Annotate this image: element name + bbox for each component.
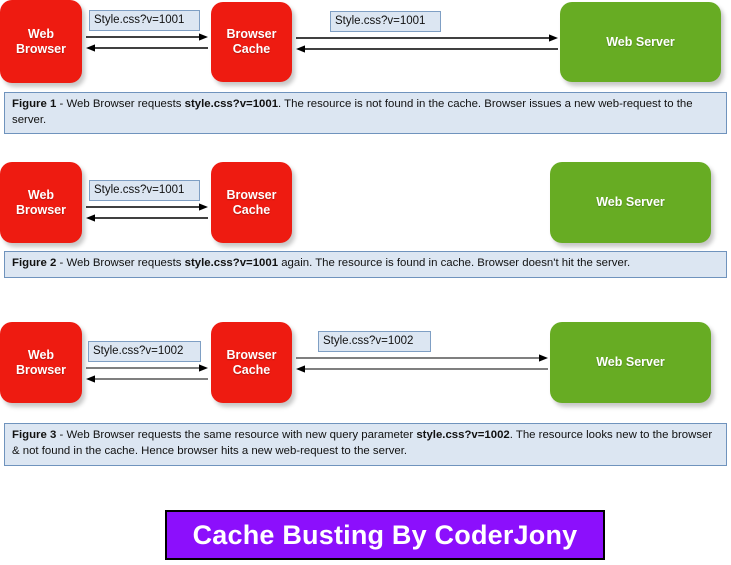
chip-cache-to-server-row1: Style.css?v=1001: [330, 11, 441, 32]
node-browser-cache-row2: Browser Cache: [211, 162, 292, 243]
node-web-browser-row3: Web Browser: [0, 322, 82, 403]
arrow-cache-to-browser-row2: [86, 214, 208, 225]
node-label: Web Browser: [15, 347, 67, 377]
node-label: Browser Cache: [226, 347, 277, 377]
caption-dash: -: [56, 257, 67, 269]
chip-cache-to-server-row3: Style.css?v=1002: [318, 331, 431, 352]
node-web-server-row3: Web Server: [550, 322, 711, 403]
chip-browser-to-cache-row1: Style.css?v=1001: [89, 10, 200, 31]
node-web-server-row1: Web Server: [560, 2, 721, 82]
caption-figure-1: Figure 1 - Web Browser requests style.cs…: [4, 92, 727, 134]
node-web-browser-row1: Web Browser: [0, 0, 82, 83]
node-web-server-row2: Web Server: [550, 162, 711, 243]
arrow-browser-to-cache-row2: [86, 203, 208, 214]
arrow-server-to-cache-row1: [296, 45, 558, 56]
node-label: Browser Cache: [226, 187, 277, 217]
caption-label: Figure 2: [12, 257, 57, 269]
caption-bold-resource: style.css?v=1001: [184, 257, 279, 269]
caption-figure-2: Figure 2 - Web Browser requests style.cs…: [4, 251, 727, 278]
arrow-cache-to-browser-row3: [86, 375, 208, 386]
caption-text-before: Web Browser requests: [66, 257, 185, 269]
caption-figure-3: Figure 3 - Web Browser requests the same…: [4, 423, 727, 466]
node-browser-cache-row1: Browser Cache: [211, 2, 292, 82]
node-web-browser-row2: Web Browser: [0, 162, 82, 243]
arrow-server-to-cache-row3: [296, 365, 548, 376]
banner-cache-busting: Cache Busting By CoderJony: [165, 510, 605, 560]
caption-text-before: Web Browser requests: [66, 98, 185, 110]
caption-label: Figure 1: [12, 98, 57, 110]
chip-browser-to-cache-row2: Style.css?v=1001: [89, 180, 200, 201]
node-label: Web Browser: [15, 26, 67, 56]
node-label: Web Browser: [15, 187, 67, 217]
caption-label: Figure 3: [12, 429, 57, 441]
node-label: Browser Cache: [226, 27, 277, 56]
node-label: Web Server: [596, 195, 665, 210]
node-label: Web Server: [606, 34, 675, 49]
arrow-cache-to-browser-row1: [86, 44, 208, 55]
caption-dash: -: [56, 429, 67, 441]
caption-dash: -: [56, 98, 67, 110]
node-browser-cache-row3: Browser Cache: [211, 322, 292, 403]
caption-text-before: Web Browser requests the same resource w…: [66, 429, 417, 441]
caption-bold-resource: style.css?v=1001: [184, 98, 279, 110]
caption-bold-resource: style.css?v=1002: [416, 429, 510, 441]
arrow-browser-to-cache-row3: [86, 364, 208, 375]
caption-text-after: again. The resource is found in cache. B…: [278, 257, 631, 269]
node-label: Web Server: [596, 355, 665, 370]
arrow-cache-to-server-row1: [296, 34, 558, 45]
arrow-cache-to-server-row3: [296, 354, 548, 365]
arrow-browser-to-cache-row1: [86, 33, 208, 44]
chip-browser-to-cache-row3: Style.css?v=1002: [88, 341, 201, 362]
diagram-canvas: Web Browser Style.css?v=1001 Browser Cac…: [0, 0, 731, 565]
